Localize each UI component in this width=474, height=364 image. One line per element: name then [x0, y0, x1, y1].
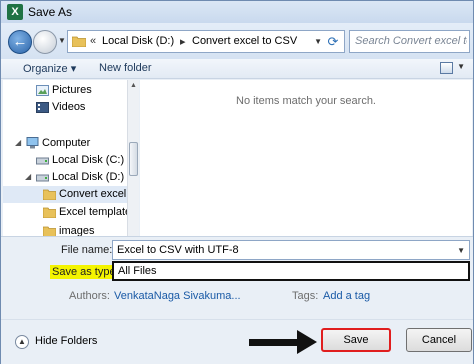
pictures-icon	[36, 85, 49, 96]
breadcrumb-convert-excel-to-csv[interactable]: Convert excel to CSV	[192, 35, 297, 47]
nav-item-label: images	[59, 225, 95, 236]
nav-item-label: Pictures	[52, 84, 92, 96]
save-as-type-value: All Files	[118, 265, 157, 277]
annotation-arrow	[249, 339, 301, 346]
save-as-dialog: X Save As ← ▼ « Local Disk (D:) ▸ Conver…	[0, 0, 474, 364]
file-name-label: File name:	[61, 244, 113, 256]
refresh-icon[interactable]: ⟳	[324, 32, 342, 51]
title-bar: X Save As	[1, 1, 473, 23]
folder-icon	[43, 189, 56, 200]
file-name-value: Excel to CSV with UTF-8	[117, 244, 239, 256]
nav-item-label: Local Disk (D:)	[52, 171, 125, 183]
nav-item-label: Videos	[52, 101, 86, 113]
drive-icon	[36, 157, 49, 165]
save-button[interactable]: Save	[321, 328, 391, 352]
search-input[interactable]: Search Convert excel to CSV	[349, 30, 470, 53]
nav-item-videos[interactable]: Videos	[3, 99, 127, 116]
nav-item-label: Convert excel t	[59, 188, 127, 200]
nav-item-excel-template[interactable]: Excel template	[3, 204, 127, 221]
folder-icon	[43, 226, 56, 236]
collapse-arrow-icon[interactable]: ◢	[25, 172, 31, 181]
nav-item-local-disk-c[interactable]: Local Disk (C:)	[3, 152, 127, 169]
scroll-up-icon[interactable]: ▲	[130, 82, 137, 89]
nav-item-label: Excel template	[59, 206, 127, 218]
window-title: Save As	[28, 5, 73, 19]
excel-icon: X	[7, 4, 23, 20]
nav-item-label: Local Disk (C:)	[52, 154, 125, 166]
chevron-up-icon: ▲	[15, 335, 29, 349]
navigation-pane: Pictures Videos ◢ Computer Local Disk (C…	[3, 80, 127, 236]
back-arrow-icon: ←	[12, 33, 28, 50]
save-form: File name: Excel to CSV with UTF-8 ▼ Sav…	[1, 236, 473, 319]
file-name-field[interactable]: Excel to CSV with UTF-8 ▼	[112, 240, 470, 260]
hide-folders-label: Hide Folders	[35, 335, 98, 347]
empty-results-message: No items match your search.	[236, 95, 376, 107]
nav-item-local-disk-d[interactable]: ◢ Local Disk (D:)	[3, 169, 127, 186]
organize-menu[interactable]: Organize ▾	[23, 62, 76, 75]
hide-folders-toggle[interactable]: ▲ Hide Folders	[15, 333, 125, 351]
drive-icon	[36, 174, 49, 182]
cancel-button[interactable]: Cancel	[406, 328, 472, 352]
address-row: ← ▼ « Local Disk (D:) ▸ Convert excel to…	[1, 23, 473, 59]
recent-pages-dropdown-icon[interactable]: ▼	[58, 36, 66, 45]
tags-label: Tags:	[292, 290, 319, 302]
nav-item-label: Computer	[42, 137, 91, 149]
forward-button[interactable]	[33, 30, 57, 54]
nav-item-pictures[interactable]: Pictures	[3, 82, 127, 99]
dialog-footer: ▲ Hide Folders Save Cancel	[1, 319, 473, 364]
file-name-dropdown-icon[interactable]: ▼	[457, 246, 465, 255]
navigation-scrollbar[interactable]: ▲	[127, 80, 139, 236]
search-placeholder: Search Convert excel to CSV	[355, 35, 467, 47]
folder-icon	[72, 36, 86, 47]
breadcrumb-separator-icon[interactable]: ▸	[180, 35, 186, 48]
scrollbar-thumb[interactable]	[129, 142, 138, 176]
save-as-type-label: Save as type:	[50, 265, 121, 279]
address-overflow-chevron[interactable]: «	[90, 35, 96, 47]
videos-icon	[36, 102, 49, 113]
nav-item-images[interactable]: images	[3, 223, 127, 236]
nav-item-computer[interactable]: ◢ Computer	[3, 135, 127, 152]
nav-item-convert-excel[interactable]: Convert excel t	[3, 186, 127, 203]
authors-label: Authors:	[69, 290, 110, 302]
view-options-dropdown-icon[interactable]: ▼	[457, 62, 465, 71]
address-bar[interactable]: « Local Disk (D:) ▸ Convert excel to CSV…	[67, 30, 345, 53]
change-view-icon[interactable]	[440, 62, 453, 74]
collapse-arrow-icon[interactable]: ◢	[15, 138, 21, 147]
address-dropdown-icon[interactable]: ▼	[314, 37, 322, 46]
computer-icon	[26, 137, 39, 149]
new-folder-button[interactable]: New folder	[99, 62, 152, 74]
file-list-area[interactable]: No items match your search.	[140, 80, 472, 236]
annotation-arrow-head	[297, 330, 317, 354]
folder-icon	[43, 207, 56, 218]
save-as-type-select[interactable]: All Files	[112, 261, 470, 281]
authors-value[interactable]: VenkataNaga Sivakuma...	[114, 290, 241, 302]
back-button[interactable]: ←	[8, 30, 32, 54]
command-toolbar: Organize ▾ New folder ▼	[1, 59, 473, 79]
breadcrumb-local-disk-d[interactable]: Local Disk (D:)	[102, 35, 174, 47]
tags-value[interactable]: Add a tag	[323, 290, 370, 302]
